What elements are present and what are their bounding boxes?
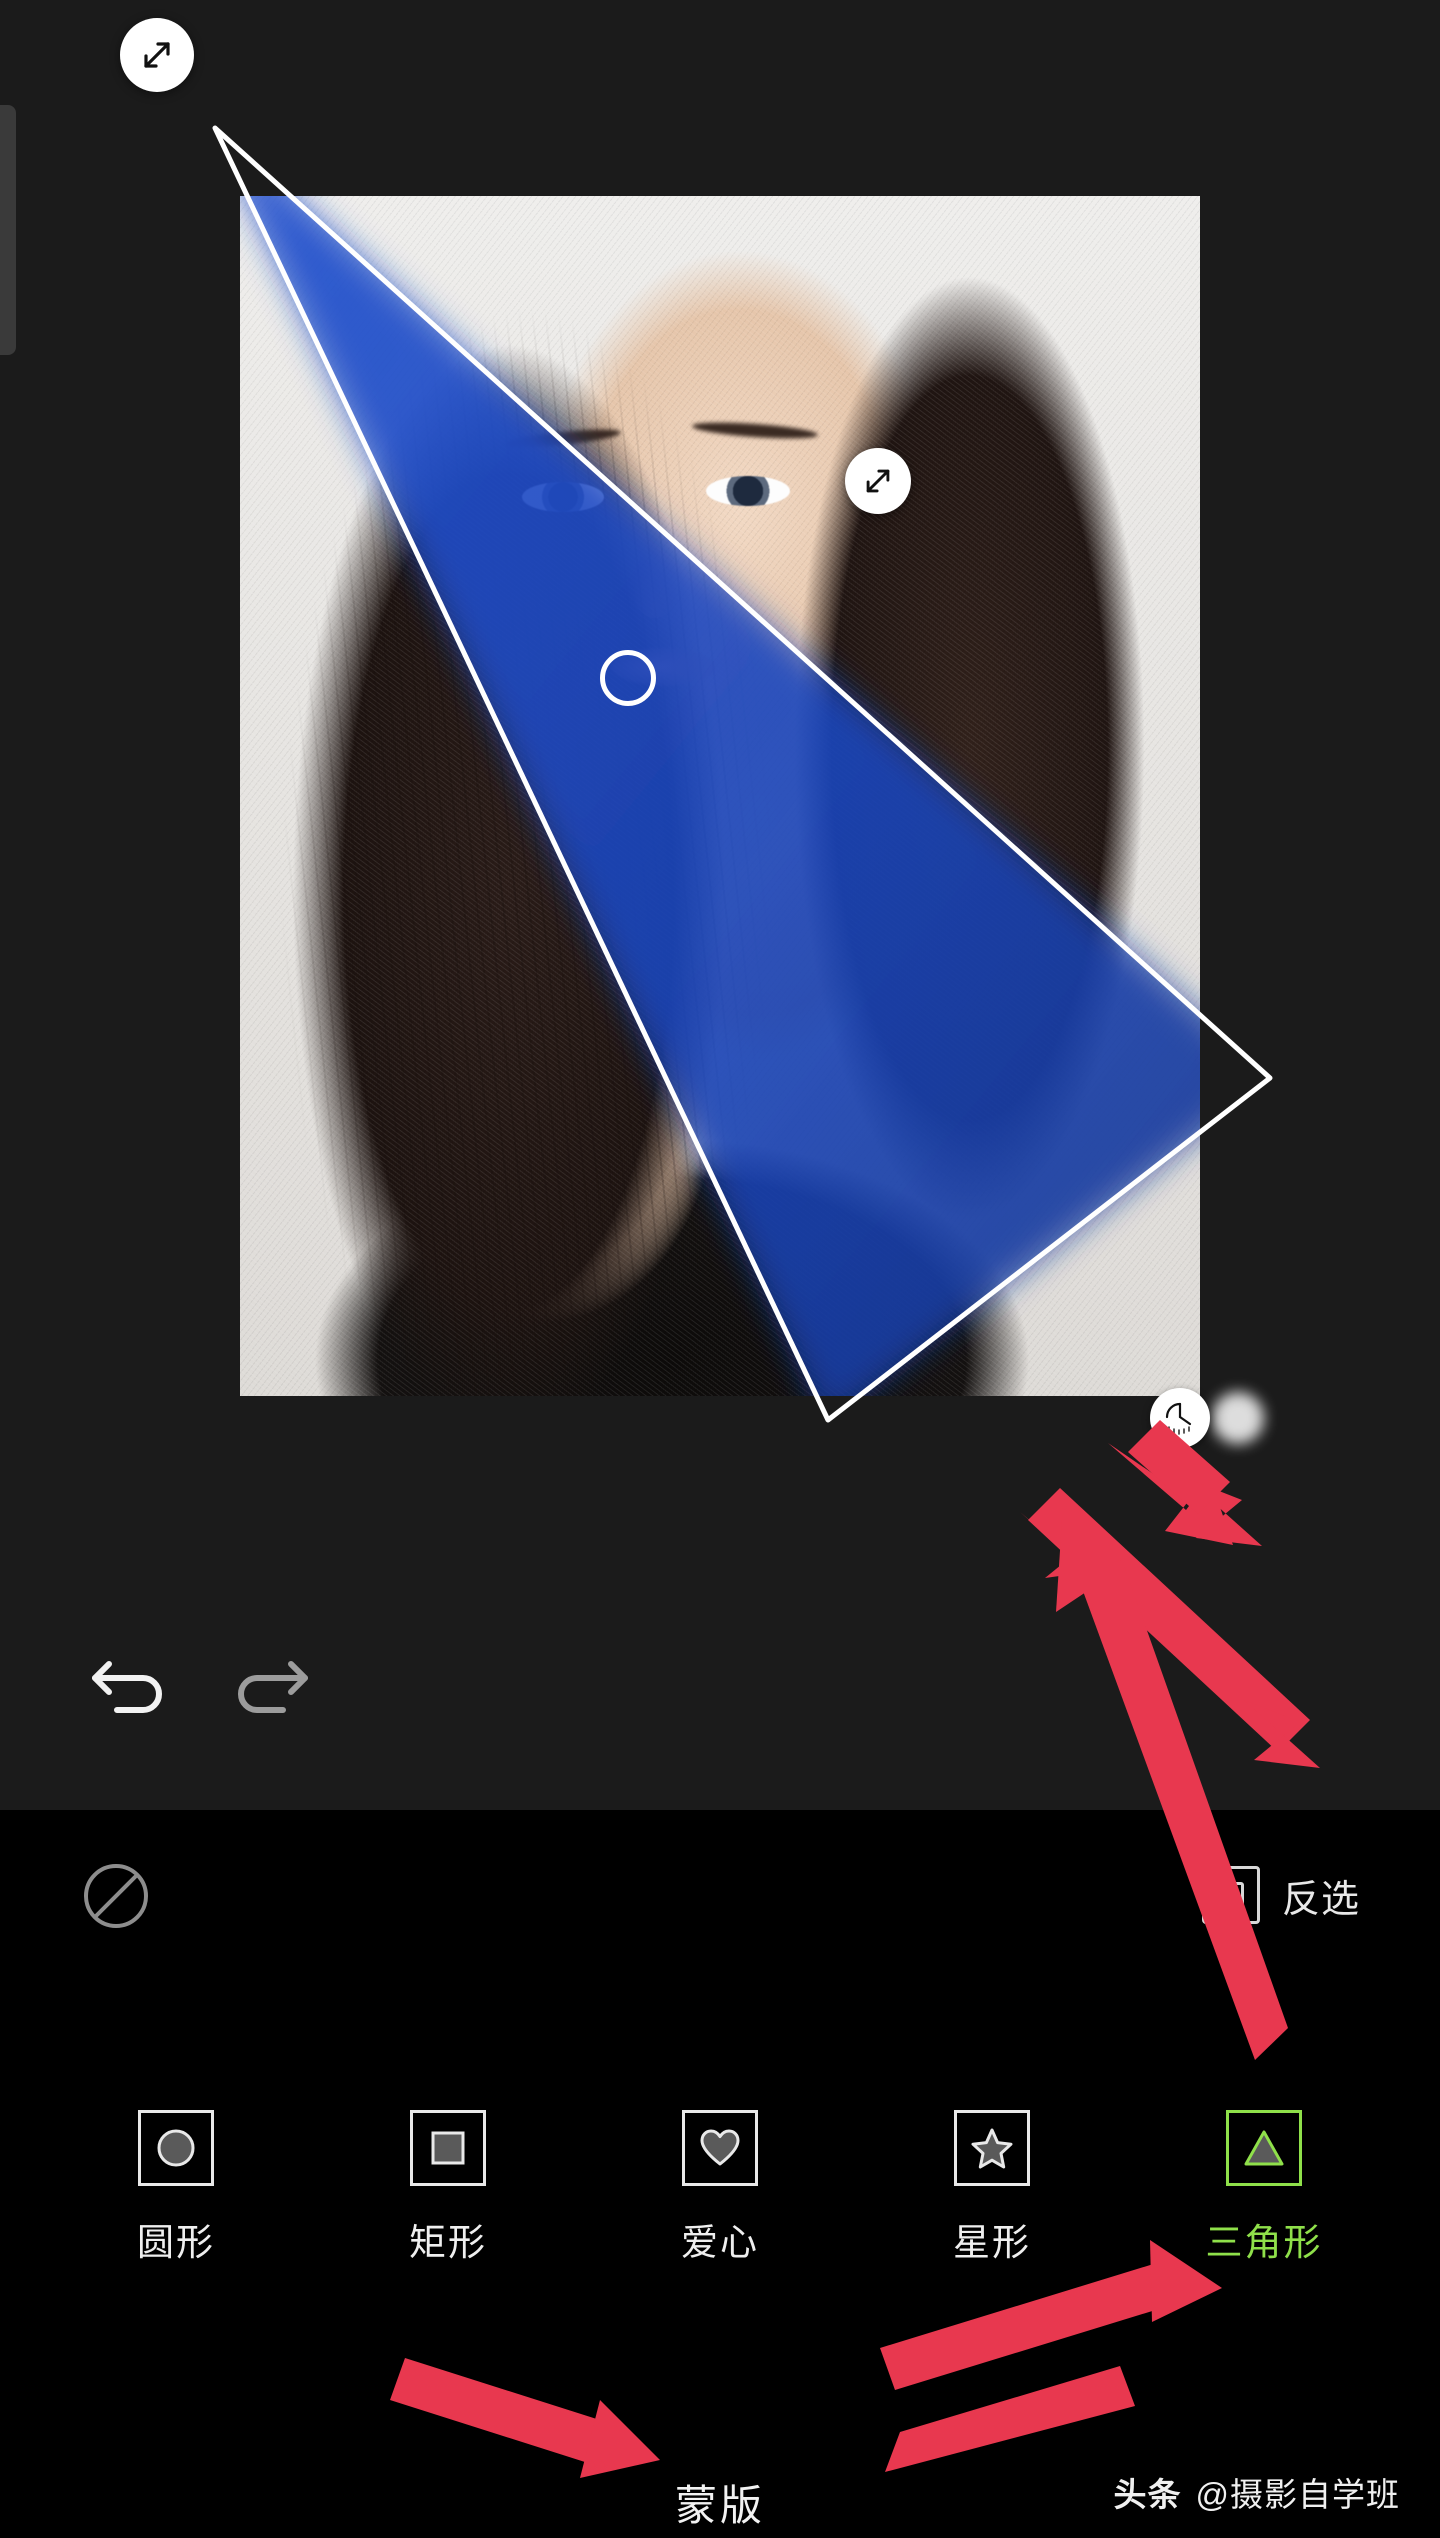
feather-dial-icon [1165, 1402, 1192, 1435]
heart-shape-icon [682, 2110, 758, 2186]
resize-handle-middle[interactable] [845, 448, 911, 514]
redo-button[interactable] [215, 1628, 325, 1738]
star-shape-icon [954, 2110, 1030, 2186]
rectangle-shape-icon [410, 2110, 486, 2186]
shape-option-star[interactable]: 星形 [897, 2110, 1087, 2266]
feather-knob-icon[interactable] [1150, 1388, 1210, 1448]
photo-hair-strands [240, 196, 1200, 1396]
undo-icon [92, 1661, 162, 1713]
circle-shape-icon [138, 2110, 214, 2186]
redo-icon [238, 1661, 308, 1713]
invert-selection-button[interactable]: 反选 [1201, 1852, 1360, 1938]
invert-selection-icon [1201, 1866, 1260, 1924]
feather-blur-preview [1212, 1392, 1264, 1444]
no-mask-icon [84, 1864, 148, 1928]
shape-option-triangle[interactable]: 三角形 [1169, 2110, 1359, 2266]
face-nose [632, 556, 678, 618]
no-mask-button[interactable] [78, 1858, 154, 1934]
diagonal-resize-icon [866, 469, 890, 493]
shape-label-star: 星形 [953, 2222, 1031, 2263]
shape-option-heart[interactable]: 爱心 [625, 2110, 815, 2266]
screen-edge-sliver [0, 105, 16, 355]
shape-option-rectangle[interactable]: 矩形 [353, 2110, 543, 2266]
photo-canvas[interactable] [240, 196, 1200, 1396]
triangle-shape-icon [1226, 2110, 1302, 2186]
watermark-handle: @摄影自学班 [1195, 2476, 1400, 2513]
center-move-handle[interactable] [600, 650, 656, 706]
feather-blur-slider[interactable] [1120, 1378, 1270, 1456]
mask-tool-panel: 反选 圆形 矩形 爱心 星形 三角形 蒙版 头条 @摄影自学班 [0, 1810, 1440, 2538]
shape-selector: 圆形 矩形 爱心 星形 三角形 [0, 2110, 1440, 2310]
photo-editor-app: 反选 圆形 矩形 爱心 星形 三角形 蒙版 头条 @摄影自学班 [0, 0, 1440, 2538]
shape-option-circle[interactable]: 圆形 [81, 2110, 271, 2266]
watermark: 头条 @摄影自学班 [1114, 2468, 1401, 2516]
shape-label-circle: 圆形 [137, 2222, 215, 2263]
mask-options-row: 反选 [0, 1810, 1440, 1982]
shape-label-heart: 爱心 [681, 2222, 759, 2263]
shape-label-triangle: 三角形 [1205, 2222, 1323, 2263]
shape-label-rectangle: 矩形 [409, 2222, 487, 2263]
face-eye-right [706, 476, 790, 506]
undo-button[interactable] [75, 1628, 185, 1738]
face-eye-left [522, 482, 604, 512]
watermark-logo: 头条 [1113, 2476, 1182, 2513]
diagonal-resize-icon [144, 42, 170, 68]
resize-handle-top-left[interactable] [120, 18, 194, 92]
invert-selection-label: 反选 [1281, 1878, 1360, 1921]
editor-stage [0, 0, 1440, 1810]
history-toolbar [0, 1628, 1440, 1748]
